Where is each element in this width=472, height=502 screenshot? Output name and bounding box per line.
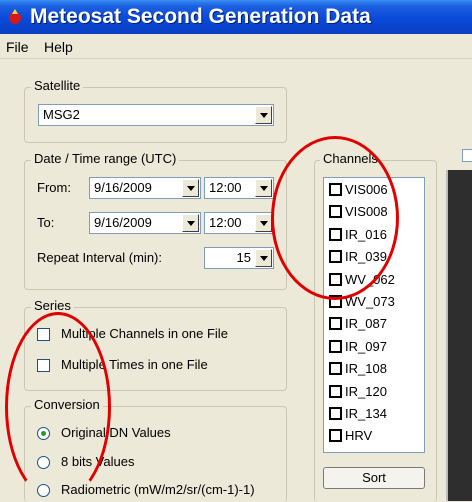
satellite-select-value: MSG2 — [43, 107, 80, 122]
satellite-select[interactable]: MSG2 — [38, 104, 274, 126]
to-date-picker[interactable]: 9/16/2009 — [89, 212, 201, 234]
annotation-circle-options — [5, 312, 111, 502]
to-date-value: 9/16/2009 — [94, 215, 152, 230]
channel-checkbox[interactable] — [329, 339, 342, 353]
app-icon — [9, 9, 21, 24]
chevron-down-icon[interactable] — [255, 249, 272, 267]
channel-label: IR_087 — [345, 316, 387, 332]
channel-checkbox[interactable] — [329, 429, 342, 443]
repeat-interval-label: Repeat Interval (min): — [37, 250, 162, 265]
channel-checkbox[interactable] — [329, 317, 342, 331]
series-group-label: Series — [31, 298, 74, 313]
chevron-down-icon[interactable] — [255, 179, 272, 197]
image-preview-panel — [446, 170, 472, 501]
chevron-down-icon[interactable] — [255, 106, 272, 124]
channel-checkbox[interactable] — [329, 362, 342, 376]
from-date-picker[interactable]: 9/16/2009 — [89, 177, 201, 199]
to-label: To: — [37, 215, 55, 230]
menu-bar: File Help — [0, 36, 472, 59]
repeat-interval-value: 15 — [236, 250, 251, 265]
channel-checkbox[interactable] — [329, 384, 342, 398]
window-title: Meteosat Second Generation Data — [30, 5, 371, 28]
channel-label: HRV — [345, 428, 373, 444]
from-time-select[interactable]: 12:00 — [204, 177, 274, 199]
title-bar[interactable]: Meteosat Second Generation Data — [0, 0, 472, 34]
from-time-value: 12:00 — [209, 180, 242, 195]
channel-label: IR_134 — [345, 406, 387, 421]
satellite-group-label: Satellite — [31, 78, 84, 93]
chevron-down-icon[interactable] — [182, 179, 199, 197]
menu-help[interactable]: Help — [44, 39, 73, 55]
from-label: From: — [37, 180, 71, 195]
top-right-checkbox[interactable] — [462, 149, 472, 162]
channel-checkbox[interactable] — [329, 407, 342, 420]
radiometric-label[interactable]: Radiometric (mW/m2/sr/(cm-1)-1) — [61, 482, 255, 497]
channel-label: IR_097 — [345, 338, 387, 354]
repeat-interval-select[interactable]: 15 — [204, 247, 274, 269]
channel-label: IR_120 — [345, 383, 387, 399]
chevron-down-icon[interactable] — [255, 214, 272, 232]
annotation-circle-channels — [271, 136, 399, 300]
to-time-select[interactable]: 12:00 — [204, 212, 274, 234]
sort-button[interactable]: Sort — [323, 467, 425, 489]
channel-label: IR_108 — [345, 361, 387, 377]
to-time-value: 12:00 — [209, 215, 242, 230]
datetime-group-label: Date / Time range (UTC) — [31, 151, 180, 166]
from-date-value: 9/16/2009 — [94, 180, 152, 195]
chevron-down-icon[interactable] — [182, 214, 199, 232]
menu-file[interactable]: File — [6, 39, 29, 55]
